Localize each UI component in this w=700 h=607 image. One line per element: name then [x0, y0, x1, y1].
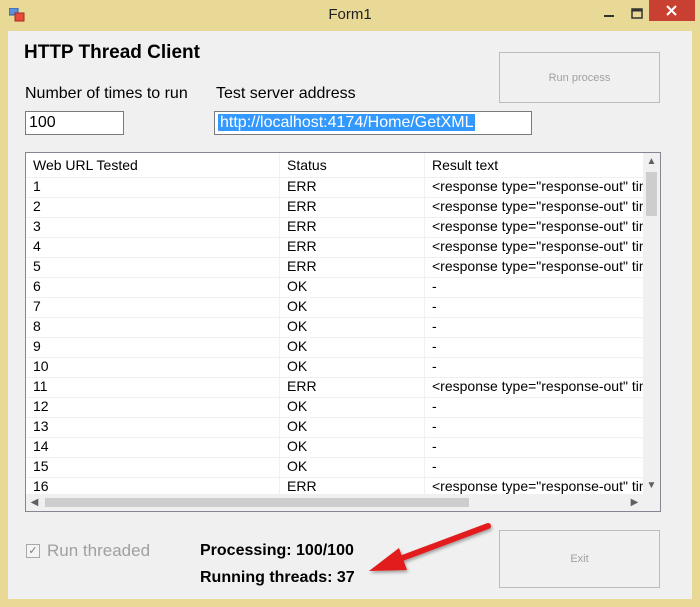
cell-result[interactable]: <response type="response-out" time: [425, 177, 644, 197]
minimize-button[interactable]: [595, 4, 623, 24]
table-row[interactable]: 11 ERR <response type="response-out" time: [26, 377, 644, 398]
title-bar: Form1: [0, 0, 700, 31]
cell-status[interactable]: OK: [280, 357, 425, 377]
cell-result[interactable]: <response type="response-out" time: [425, 217, 644, 237]
column-header-url[interactable]: Web URL Tested: [26, 153, 280, 177]
table-row[interactable]: 5 ERR <response type="response-out" time: [26, 257, 644, 278]
cell-status[interactable]: OK: [280, 457, 425, 477]
run-threaded-checkbox[interactable]: ✓ Run threaded: [26, 541, 150, 561]
cell-url[interactable]: 4: [26, 237, 280, 257]
cell-status[interactable]: ERR: [280, 197, 425, 217]
exit-button[interactable]: Exit: [499, 530, 660, 588]
cell-url[interactable]: 12: [26, 397, 280, 417]
cell-status[interactable]: OK: [280, 317, 425, 337]
address-input[interactable]: http://localhost:4174/Home/GetXML: [214, 111, 532, 135]
table-row[interactable]: 9 OK -: [26, 337, 644, 358]
vertical-scrollbar[interactable]: ▲ ▼: [643, 153, 660, 494]
column-header-result[interactable]: Result text: [425, 153, 644, 177]
table-row[interactable]: 4 ERR <response type="response-out" time: [26, 237, 644, 258]
table-row[interactable]: 7 OK -: [26, 297, 644, 318]
run-threaded-label: Run threaded: [47, 541, 151, 560]
table-row[interactable]: 8 OK -: [26, 317, 644, 338]
page-title: HTTP Thread Client: [24, 42, 200, 63]
times-input[interactable]: 100: [25, 111, 124, 135]
grid-header: Web URL Tested Status Result text: [26, 153, 644, 178]
cell-url[interactable]: 3: [26, 217, 280, 237]
results-grid: Web URL Tested Status Result text 1 ERR <r…: [25, 152, 661, 512]
table-row[interactable]: 3 ERR <response type="response-out" time: [26, 217, 644, 238]
maximize-button[interactable]: [624, 4, 650, 24]
column-header-status[interactable]: Status: [280, 153, 425, 177]
cell-url[interactable]: 9: [26, 337, 280, 357]
cell-url[interactable]: 10: [26, 357, 280, 377]
cell-result[interactable]: -: [425, 397, 644, 417]
cell-url[interactable]: 6: [26, 277, 280, 297]
cell-result[interactable]: <response type="response-out" time: [425, 257, 644, 277]
cell-result[interactable]: -: [425, 277, 644, 297]
running-threads-status: Running threads: 37: [200, 569, 355, 586]
cell-result[interactable]: -: [425, 417, 644, 437]
cell-url[interactable]: 13: [26, 417, 280, 437]
cell-url[interactable]: 1: [26, 177, 280, 197]
table-row[interactable]: 12 OK -: [26, 397, 644, 418]
table-row[interactable]: 15 OK -: [26, 457, 644, 478]
cell-status[interactable]: OK: [280, 337, 425, 357]
horizontal-scrollbar[interactable]: ◀ ▶: [26, 494, 643, 511]
cell-url[interactable]: 8: [26, 317, 280, 337]
address-label: Test server address: [216, 85, 356, 102]
cell-url[interactable]: 15: [26, 457, 280, 477]
cell-url[interactable]: 5: [26, 257, 280, 277]
table-row[interactable]: 1 ERR <response type="response-out" time: [26, 177, 644, 198]
address-input-selected-text: http://localhost:4174/Home/GetXML: [218, 114, 476, 131]
scroll-right-icon[interactable]: ▶: [626, 494, 643, 511]
cell-url[interactable]: 11: [26, 377, 280, 397]
cell-url[interactable]: 14: [26, 437, 280, 457]
cell-result[interactable]: <response type="response-out" time: [425, 237, 644, 257]
times-label: Number of times to run: [25, 85, 188, 102]
table-row[interactable]: 6 OK -: [26, 277, 644, 298]
cell-result[interactable]: <response type="response-out" time: [425, 377, 644, 397]
checkmark-icon[interactable]: ✓: [26, 544, 40, 558]
cell-status[interactable]: OK: [280, 277, 425, 297]
cell-status[interactable]: OK: [280, 437, 425, 457]
run-process-button[interactable]: Run process: [499, 52, 660, 103]
horizontal-scroll-thumb[interactable]: [45, 498, 469, 507]
vertical-scroll-thumb[interactable]: [646, 172, 657, 216]
cell-result[interactable]: -: [425, 297, 644, 317]
scroll-down-icon[interactable]: ▼: [643, 477, 660, 494]
cell-result[interactable]: -: [425, 317, 644, 337]
cell-status[interactable]: ERR: [280, 257, 425, 277]
cell-result[interactable]: -: [425, 457, 644, 477]
processing-status: Processing: 100/100: [200, 542, 354, 559]
callout-arrow-icon: [369, 523, 491, 571]
cell-result[interactable]: -: [425, 337, 644, 357]
close-button[interactable]: [649, 0, 695, 21]
cell-status[interactable]: OK: [280, 397, 425, 417]
scroll-up-icon[interactable]: ▲: [643, 153, 660, 170]
table-row[interactable]: 13 OK -: [26, 417, 644, 438]
cell-status[interactable]: ERR: [280, 377, 425, 397]
cell-status[interactable]: OK: [280, 297, 425, 317]
cell-status[interactable]: ERR: [280, 177, 425, 197]
table-row[interactable]: 14 OK -: [26, 437, 644, 458]
cell-result[interactable]: <response type="response-out" time: [425, 197, 644, 217]
table-row[interactable]: 10 OK -: [26, 357, 644, 378]
close-icon: [666, 5, 677, 16]
scrollbar-corner: [643, 494, 660, 511]
form-client-area: HTTP Thread Client Number of times to ru…: [8, 31, 692, 599]
cell-result[interactable]: -: [425, 357, 644, 377]
cell-result[interactable]: -: [425, 437, 644, 457]
scroll-left-icon[interactable]: ◀: [26, 494, 43, 511]
cell-url[interactable]: 7: [26, 297, 280, 317]
cell-status[interactable]: ERR: [280, 237, 425, 257]
cell-status[interactable]: OK: [280, 417, 425, 437]
table-row[interactable]: 2 ERR <response type="response-out" time: [26, 197, 644, 218]
cell-url[interactable]: 2: [26, 197, 280, 217]
cell-status[interactable]: ERR: [280, 217, 425, 237]
